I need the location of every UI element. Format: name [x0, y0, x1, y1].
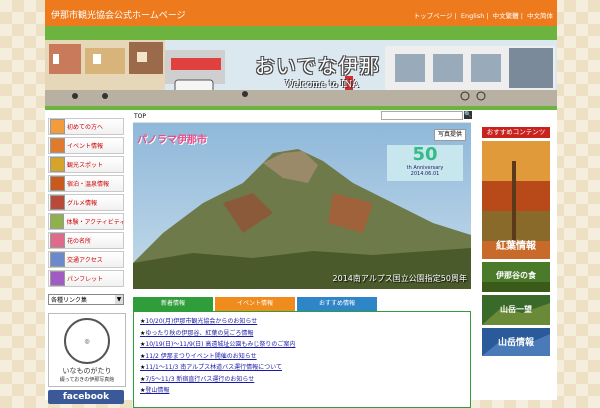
category-icon [50, 176, 65, 191]
inamonogatari-banner[interactable]: ◎ いなものがたり 綴っておきの伊那写真館 [48, 313, 126, 387]
link-english[interactable]: English [461, 12, 484, 20]
link-top[interactable]: トップページ [414, 12, 453, 20]
chevron-down-icon[interactable]: ▼ [115, 295, 123, 304]
news-item-text: 11/1〜11/3 南アルプス林道バス運行情報について [145, 364, 283, 371]
link-chinese-traditional[interactable]: 中文繁體 [493, 12, 519, 20]
sidebar-item-label: 花の名所 [67, 238, 92, 245]
main-photo: パノラマ伊那市 写真提供 50 th Anniversary 2014.06.0… [133, 123, 471, 289]
page-wrapper: 伊那市観光協会公式ホームページ トップページ | English | 中文繁體 … [45, 0, 557, 408]
content-tabs: 新着情報 イベント情報 おすすめ情報 [133, 297, 471, 311]
category-icon [50, 138, 65, 153]
search-input[interactable] [381, 111, 463, 120]
main-content: TOP 🔍 パノラマ伊那市 写真提供 50 th Anniversary 201… [133, 111, 472, 408]
sidebar-item[interactable]: 宿泊・温泉情報 [48, 175, 124, 192]
photo-credit-tag: 写真提供 [433, 129, 466, 141]
category-icon [50, 271, 65, 286]
link-chinese-simplified[interactable]: 中文简体 [527, 12, 553, 20]
anniversary-date: 2014.06.01 [410, 171, 440, 177]
sidebar-item[interactable]: 花の名所 [48, 232, 124, 249]
sidebar-item[interactable]: パンフレット [48, 270, 124, 287]
category-icon [50, 214, 65, 229]
news-item[interactable]: ★ゆったり秋の伊那谷、紅葉の見ごろ情報 [140, 328, 464, 340]
sidebar-item[interactable]: イベント情報 [48, 137, 124, 154]
ad-label-mountain: 山岳一望 [500, 305, 532, 314]
link-select[interactable]: 各種リンク集 ▼ [48, 294, 124, 305]
sidebar-item[interactable]: グルメ情報 [48, 194, 124, 211]
right-sidebar: おすすめコンテンツ 紅葉情報 伊那谷の食 山岳一望 山岳情報 [482, 127, 550, 356]
sidebar-nav: 初めての方へ イベント情報 観光スポット 宿泊・温泉情報 グルメ情報体験・アクティビティ… [48, 118, 124, 289]
news-item-text: 7/5〜11/3 新宿直行バス運行のお知らせ [145, 375, 255, 383]
camera-logo-icon: ◎ [64, 318, 110, 364]
recommended-heading: おすすめコンテンツ [482, 127, 550, 138]
news-item[interactable]: ★登山情報 [140, 385, 464, 397]
category-icon [50, 233, 65, 248]
sidebar-item-label: グルメ情報 [67, 200, 98, 207]
search-icon[interactable]: 🔍 [464, 111, 472, 119]
green-band [45, 26, 557, 40]
category-icon [50, 119, 65, 134]
sidebar-item-label: 観光スポット [67, 162, 104, 169]
site-title[interactable]: 伊那市観光協会公式ホームページ [51, 8, 186, 21]
news-item[interactable]: ★10/19(日)〜11/9(日) 高遠城址公園もみじ祭りのご案内 [140, 339, 464, 351]
sidebar-item-label: 体験・アクティビティ [66, 219, 123, 226]
top-bar: 伊那市観光協会公式ホームページ トップページ | English | 中文繁體 … [45, 0, 557, 26]
sidebar-item-label: パンフレット [67, 276, 104, 283]
header-banner: おいでな伊那 Welcome to INA [45, 40, 557, 110]
sidebar-item-label: 初めての方へ [67, 124, 104, 131]
ad-ina-food[interactable]: 伊那谷の食 [482, 262, 550, 292]
panorama-logo: パノラマ伊那市 [137, 135, 207, 146]
sidebar-item-label: 交通アクセス [67, 257, 103, 264]
sidebar-item[interactable]: 交通アクセス [48, 251, 124, 268]
ad-label-food: 伊那谷の食 [496, 271, 536, 280]
facebook-button[interactable]: facebook [48, 390, 124, 404]
news-item[interactable]: ★10/20(月)伊那市観光協会からのお知らせ [140, 316, 464, 328]
tab-recommended[interactable]: おすすめ情報 [297, 297, 377, 311]
news-item[interactable]: ★11/2 伊那まつりイベント開催のお知らせ [140, 351, 464, 363]
news-item-text: 11/2 伊那まつりイベント開催のお知らせ [145, 352, 257, 360]
sidebar-item-label: イベント情報 [67, 143, 104, 150]
tab-news[interactable]: 新着情報 [133, 297, 213, 311]
ad-label-mountain-info: 山岳情報 [497, 338, 534, 348]
category-icon [50, 157, 65, 172]
anniversary-number: 50 [412, 144, 438, 165]
sidebar-item-label: 宿泊・温泉情報 [67, 181, 110, 188]
sidebar-item[interactable]: 観光スポット [48, 156, 124, 173]
ad-autumn-leaves[interactable]: 紅葉情報 [482, 141, 550, 259]
news-item-text: 10/19(日)〜11/9(日) 高遠城址公園もみじ祭りのご案内 [145, 341, 296, 348]
category-icon [50, 195, 65, 210]
ad-label-autumn: 紅葉情報 [496, 241, 536, 252]
category-icon [50, 252, 65, 267]
logo-subtext: 綴っておきの伊那写真館 [59, 377, 115, 383]
news-item[interactable]: ★11/1〜11/3 南アルプス林道バス運行情報について [140, 362, 464, 374]
ad-mountain-view[interactable]: 山岳一望 [482, 295, 550, 325]
news-item-text: 登山情報 [145, 387, 170, 394]
news-item-text: ゆったり秋の伊那谷、紅葉の見ごろ情報 [145, 329, 254, 337]
photo-caption: 2014南アルプス国立公園指定50周年 [332, 274, 467, 283]
news-list: ★10/20(月)伊那市観光協会からのお知らせ ★ゆったり秋の伊那谷、紅葉の見ごろ… [133, 311, 471, 408]
banner-subtitle: Welcome to INA [285, 80, 359, 90]
news-item[interactable]: ★7/5〜11/3 新宿直行バス運行のお知らせ [140, 374, 464, 386]
top-links: トップページ | English | 中文繁體 | 中文简体 [413, 12, 553, 20]
select-value: 各種リンク集 [51, 297, 88, 304]
sidebar-item[interactable]: 体験・アクティビティ [48, 213, 124, 230]
ad-mountain-info[interactable]: 山岳情報 [482, 328, 550, 356]
tab-events[interactable]: イベント情報 [215, 297, 295, 311]
logo-text: いなものがたり [62, 367, 112, 375]
sidebar-item[interactable]: 初めての方へ [48, 118, 124, 135]
news-item-text: 10/20(月)伊那市観光協会からのお知らせ [145, 318, 258, 325]
banner-title: おいでな伊那 [255, 54, 381, 78]
anniversary-badge: 50 th Anniversary 2014.06.01 [387, 145, 463, 181]
